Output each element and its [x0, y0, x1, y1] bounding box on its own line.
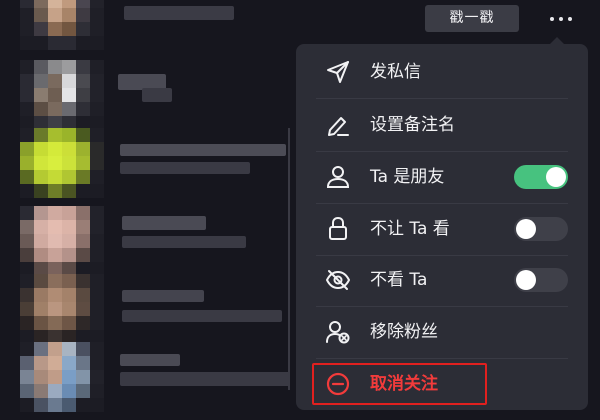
menu-caret — [550, 37, 564, 44]
more-dots-icon[interactable] — [541, 5, 581, 32]
remove-user-icon — [324, 319, 352, 345]
friend-toggle[interactable] — [514, 165, 568, 189]
list-item[interactable] — [20, 206, 300, 276]
menu-item-set-remark[interactable]: 设置备注名 — [296, 99, 588, 151]
unfollow-highlight-box — [312, 363, 487, 405]
list-item[interactable] — [20, 60, 300, 130]
menu-item-label: 不看 Ta — [370, 270, 428, 290]
scrollbar[interactable] — [288, 128, 290, 390]
menu-item-label: 发私信 — [370, 62, 421, 82]
avatar — [20, 128, 104, 198]
follower-list — [0, 0, 300, 420]
menu-item-hide-their-posts[interactable]: 不看 Ta — [296, 254, 588, 306]
hide-from-them-toggle[interactable] — [514, 217, 568, 241]
list-item[interactable] — [20, 274, 300, 344]
menu-item-label: 不让 Ta 看 — [370, 219, 450, 239]
user-icon — [324, 164, 352, 190]
follower-action-menu: 发私信 设置备注名 Ta 是朋友 不让 Ta 看 不看 Ta 移除粉丝 取消关注 — [296, 44, 588, 410]
avatar — [20, 60, 104, 130]
menu-item-hide-from-them[interactable]: 不让 Ta 看 — [296, 203, 588, 255]
avatar — [20, 0, 104, 50]
menu-item-label: 设置备注名 — [370, 115, 455, 135]
edit-pen-icon — [324, 112, 352, 138]
avatar — [20, 274, 104, 344]
poke-button[interactable]: 戳一戳 — [425, 5, 519, 32]
list-item[interactable] — [20, 128, 300, 198]
list-item[interactable] — [20, 342, 300, 412]
list-item[interactable] — [20, 0, 300, 50]
lock-icon — [324, 216, 352, 242]
menu-item-label: 移除粉丝 — [370, 322, 438, 342]
avatar — [20, 206, 104, 276]
menu-item-label: Ta 是朋友 — [370, 167, 445, 187]
avatar — [20, 342, 104, 412]
menu-item-send-message[interactable]: 发私信 — [296, 46, 588, 98]
paper-plane-icon — [324, 59, 352, 85]
menu-item-is-friend[interactable]: Ta 是朋友 — [296, 151, 588, 203]
hide-their-posts-toggle[interactable] — [514, 268, 568, 292]
menu-item-remove-follower[interactable]: 移除粉丝 — [296, 306, 588, 358]
eye-off-icon — [324, 267, 352, 293]
